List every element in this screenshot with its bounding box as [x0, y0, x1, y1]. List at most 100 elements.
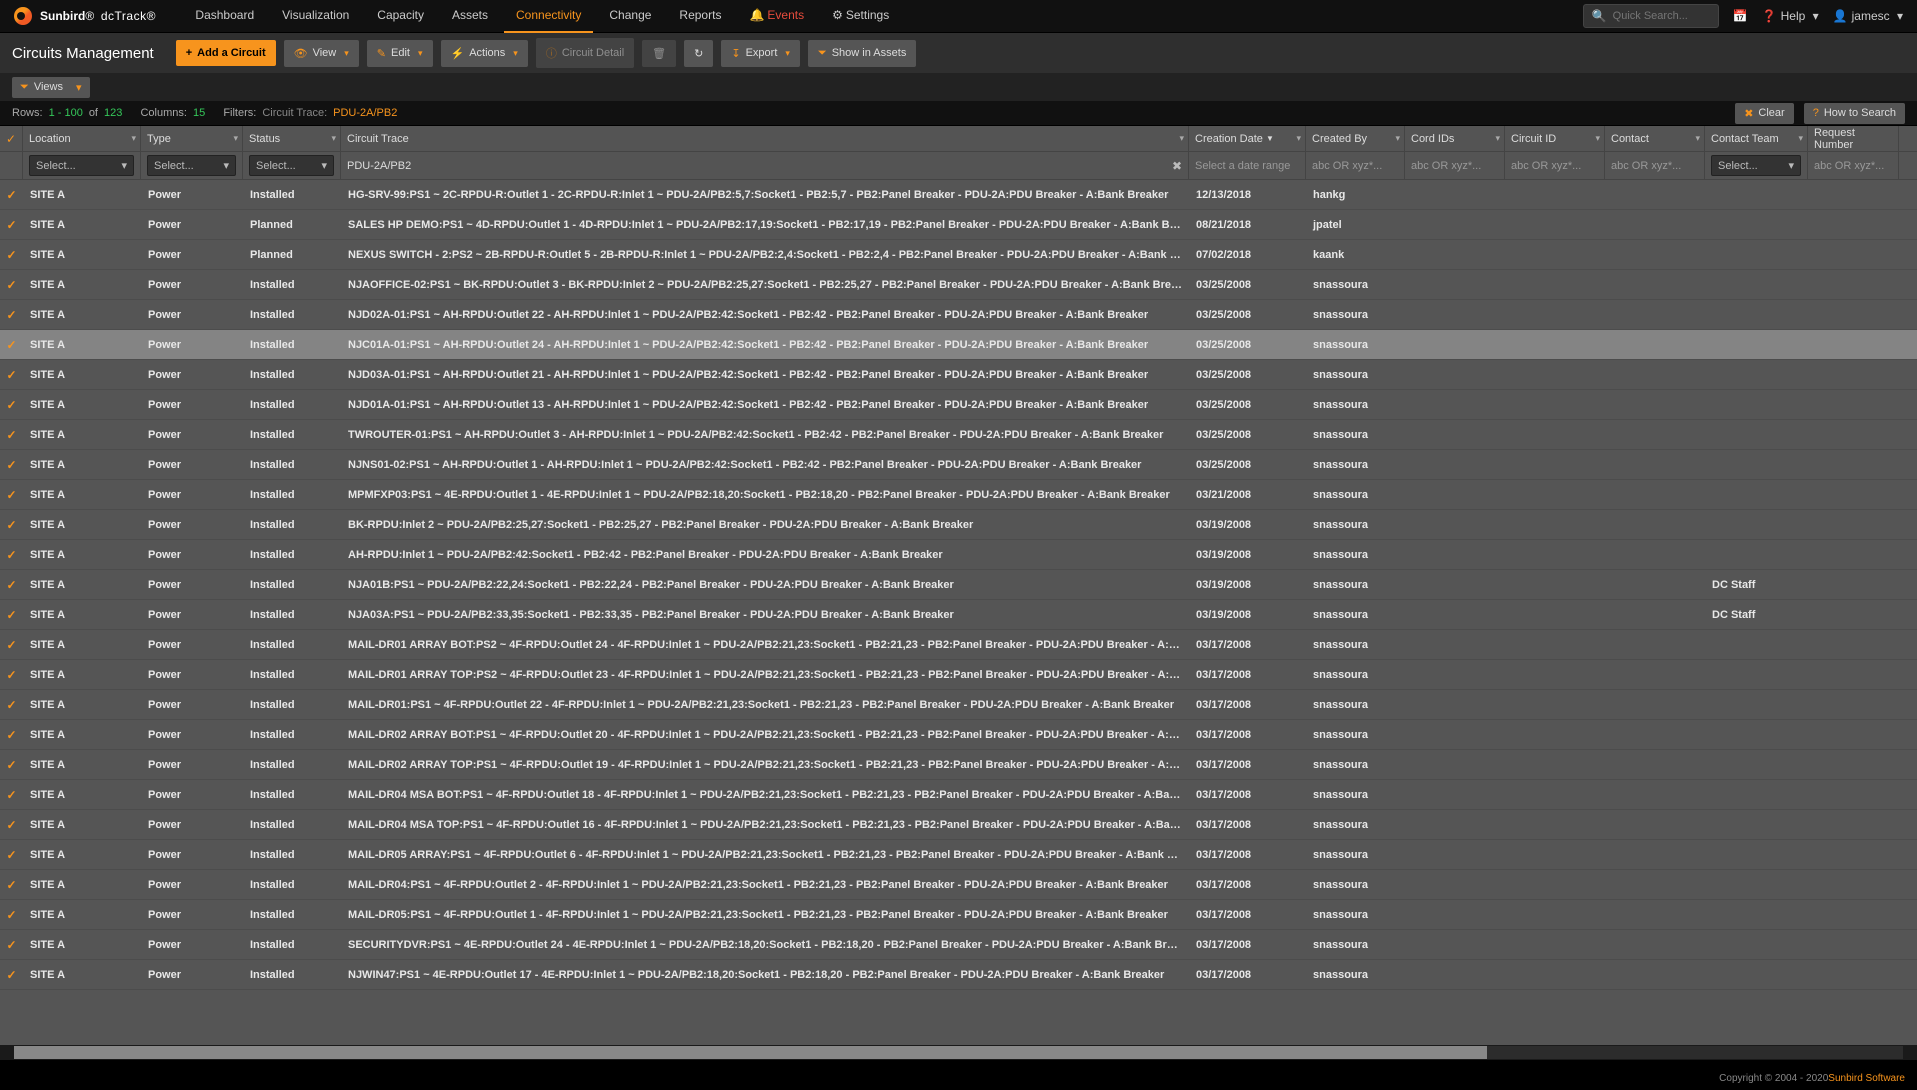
edit-menu[interactable]: ✎Edit	[367, 40, 433, 67]
nav-dashboard[interactable]: Dashboard	[183, 0, 266, 33]
check-icon: ✓	[6, 848, 16, 862]
check-icon: ✓	[6, 488, 16, 502]
filter-location[interactable]: Select...▾	[29, 155, 134, 176]
check-icon: ✓	[6, 218, 16, 232]
table-row[interactable]: ✓SITE APowerInstalledMAIL-DR01:PS1 ~ 4F-…	[0, 690, 1917, 720]
horizontal-scrollbar[interactable]	[0, 1045, 1917, 1060]
table-row[interactable]: ✓SITE APowerInstalledNJC01A-01:PS1 ~ AH-…	[0, 330, 1917, 360]
info-bar: Rows: 1 - 100 of 123 Columns: 15 Filters…	[0, 101, 1917, 126]
nav-events[interactable]: 🔔Events	[737, 0, 816, 33]
col-cord-ids[interactable]: Cord IDs▾	[1405, 126, 1505, 151]
table-row[interactable]: ✓SITE APowerInstalledNJA01B:PS1 ~ PDU-2A…	[0, 570, 1917, 600]
col-location[interactable]: Location▾	[23, 126, 141, 151]
table-row[interactable]: ✓SITE APowerInstalledNJA03A:PS1 ~ PDU-2A…	[0, 600, 1917, 630]
nav-assets[interactable]: Assets	[440, 0, 500, 33]
table-row[interactable]: ✓SITE APowerInstalledHG-SRV-99:PS1 ~ 2C-…	[0, 180, 1917, 210]
check-icon: ✓	[6, 278, 16, 292]
grid-filters: Select...▾ Select...▾ Select...▾ ✖ Selec…	[0, 152, 1917, 180]
how-to-search-button[interactable]: ?How to Search	[1804, 103, 1905, 124]
page-title: Circuits Management	[12, 45, 154, 62]
actions-menu[interactable]: ⚡Actions	[441, 40, 528, 67]
table-row[interactable]: ✓SITE APowerInstalledMAIL-DR04 MSA BOT:P…	[0, 780, 1917, 810]
filter-date-input[interactable]	[1195, 160, 1299, 172]
user-menu[interactable]: 👤jamesc ▾	[1833, 9, 1903, 23]
filter-trace-input[interactable]	[347, 160, 1182, 172]
clear-filter-icon[interactable]: ✖	[1172, 159, 1182, 173]
table-row[interactable]: ✓SITE APowerInstalledMAIL-DR04 MSA TOP:P…	[0, 810, 1917, 840]
col-contact-team[interactable]: Contact Team▾	[1705, 126, 1808, 151]
table-row[interactable]: ✓SITE APowerInstalledMPMFXP03:PS1 ~ 4E-R…	[0, 480, 1917, 510]
filter-status[interactable]: Select...▾	[249, 155, 334, 176]
filter-by-input[interactable]	[1312, 160, 1398, 172]
quick-search[interactable]: 🔍	[1583, 4, 1719, 28]
close-icon: ✖	[1744, 107, 1753, 120]
filter-team[interactable]: Select...▾	[1711, 155, 1801, 176]
user-icon: 👤	[1833, 9, 1848, 23]
check-icon: ✓	[6, 518, 16, 532]
table-row[interactable]: ✓SITE APowerInstalledNJD03A-01:PS1 ~ AH-…	[0, 360, 1917, 390]
nav-connectivity[interactable]: Connectivity	[504, 0, 593, 33]
grid-body[interactable]: ✓SITE APowerInstalledHG-SRV-99:PS1 ~ 2C-…	[0, 180, 1917, 1045]
col-request-number[interactable]: Request Number	[1808, 126, 1899, 151]
table-row[interactable]: ✓SITE APowerInstalledBK-RPDU:Inlet 2 ~ P…	[0, 510, 1917, 540]
calendar-button[interactable]: 📅	[1733, 9, 1748, 23]
delete-button: 🗑	[642, 40, 676, 67]
brand[interactable]: Sunbird® dcTrack®	[14, 7, 155, 25]
table-row[interactable]: ✓SITE APowerInstalledMAIL-DR01 ARRAY TOP…	[0, 660, 1917, 690]
table-row[interactable]: ✓SITE APowerInstalledMAIL-DR02 ARRAY TOP…	[0, 750, 1917, 780]
check-icon: ✓	[6, 548, 16, 562]
view-menu[interactable]: 👁View	[284, 40, 359, 67]
table-row[interactable]: ✓SITE APowerInstalledAH-RPDU:Inlet 1 ~ P…	[0, 540, 1917, 570]
select-all-header[interactable]: ✓	[0, 126, 23, 151]
table-row[interactable]: ✓SITE APowerInstalledNJD02A-01:PS1 ~ AH-…	[0, 300, 1917, 330]
check-icon: ✓	[6, 188, 16, 202]
table-row[interactable]: ✓SITE APowerPlannedNEXUS SWITCH - 2:PS2 …	[0, 240, 1917, 270]
col-contact[interactable]: Contact▾	[1605, 126, 1705, 151]
table-row[interactable]: ✓SITE APowerInstalledMAIL-DR05 ARRAY:PS1…	[0, 840, 1917, 870]
col-status[interactable]: Status▾	[243, 126, 341, 151]
filter-icon: ⏷	[818, 47, 827, 60]
table-row[interactable]: ✓SITE APowerInstalledNJAOFFICE-02:PS1 ~ …	[0, 270, 1917, 300]
filter-cord-input[interactable]	[1411, 160, 1498, 172]
nav-capacity[interactable]: Capacity	[365, 0, 436, 33]
help-icon: ?	[1813, 107, 1819, 119]
clear-filters-button[interactable]: ✖Clear	[1735, 103, 1794, 124]
filter-contact-input[interactable]	[1611, 160, 1698, 172]
nav-reports[interactable]: Reports	[667, 0, 733, 33]
eye-icon: 👁	[294, 47, 308, 60]
export-menu[interactable]: ↧Export	[721, 40, 800, 67]
table-row[interactable]: ✓SITE APowerInstalledMAIL-DR01 ARRAY BOT…	[0, 630, 1917, 660]
table-row[interactable]: ✓SITE APowerPlannedSALES HP DEMO:PS1 ~ 4…	[0, 210, 1917, 240]
bell-icon: 🔔	[749, 8, 764, 22]
table-row[interactable]: ✓SITE APowerInstalledMAIL-DR02 ARRAY BOT…	[0, 720, 1917, 750]
col-type[interactable]: Type▾	[141, 126, 243, 151]
col-circuit-id[interactable]: Circuit ID▾	[1505, 126, 1605, 151]
refresh-button[interactable]: ↻	[684, 40, 713, 67]
check-icon: ✓	[6, 878, 16, 892]
col-creation-date[interactable]: Creation Date ▼▾	[1189, 126, 1306, 151]
help-menu[interactable]: ❓Help ▾	[1762, 9, 1819, 23]
table-row[interactable]: ✓SITE APowerInstalledNJWIN47:PS1 ~ 4E-RP…	[0, 960, 1917, 990]
nav-change[interactable]: Change	[597, 0, 663, 33]
table-row[interactable]: ✓SITE APowerInstalledMAIL-DR04:PS1 ~ 4F-…	[0, 870, 1917, 900]
data-grid: ✓ Location▾ Type▾ Status▾ Circuit Trace▾…	[0, 126, 1917, 1060]
filter-req-input[interactable]	[1814, 160, 1892, 172]
add-circuit-button[interactable]: +Add a Circuit	[176, 40, 276, 66]
pencil-icon: ✎	[377, 47, 386, 60]
views-menu[interactable]: ⏷Views ▾	[12, 77, 90, 98]
show-in-assets-button[interactable]: ⏷Show in Assets	[808, 40, 916, 67]
col-circuit-trace[interactable]: Circuit Trace▾	[341, 126, 1189, 151]
nav-settings[interactable]: ⚙Settings	[820, 0, 901, 33]
nav-visualization[interactable]: Visualization	[270, 0, 361, 33]
filter-type[interactable]: Select...▾	[147, 155, 236, 176]
table-row[interactable]: ✓SITE APowerInstalledTWROUTER-01:PS1 ~ A…	[0, 420, 1917, 450]
table-row[interactable]: ✓SITE APowerInstalledSECURITYDVR:PS1 ~ 4…	[0, 930, 1917, 960]
table-row[interactable]: ✓SITE APowerInstalledNJNS01-02:PS1 ~ AH-…	[0, 450, 1917, 480]
search-input[interactable]	[1613, 10, 1710, 22]
filter-circuit-id-input[interactable]	[1511, 160, 1598, 172]
refresh-icon: ↻	[694, 47, 703, 60]
table-row[interactable]: ✓SITE APowerInstalledMAIL-DR05:PS1 ~ 4F-…	[0, 900, 1917, 930]
sunbird-link[interactable]: Sunbird Software	[1828, 1073, 1905, 1084]
col-created-by[interactable]: Created By▾	[1306, 126, 1405, 151]
table-row[interactable]: ✓SITE APowerInstalledNJD01A-01:PS1 ~ AH-…	[0, 390, 1917, 420]
